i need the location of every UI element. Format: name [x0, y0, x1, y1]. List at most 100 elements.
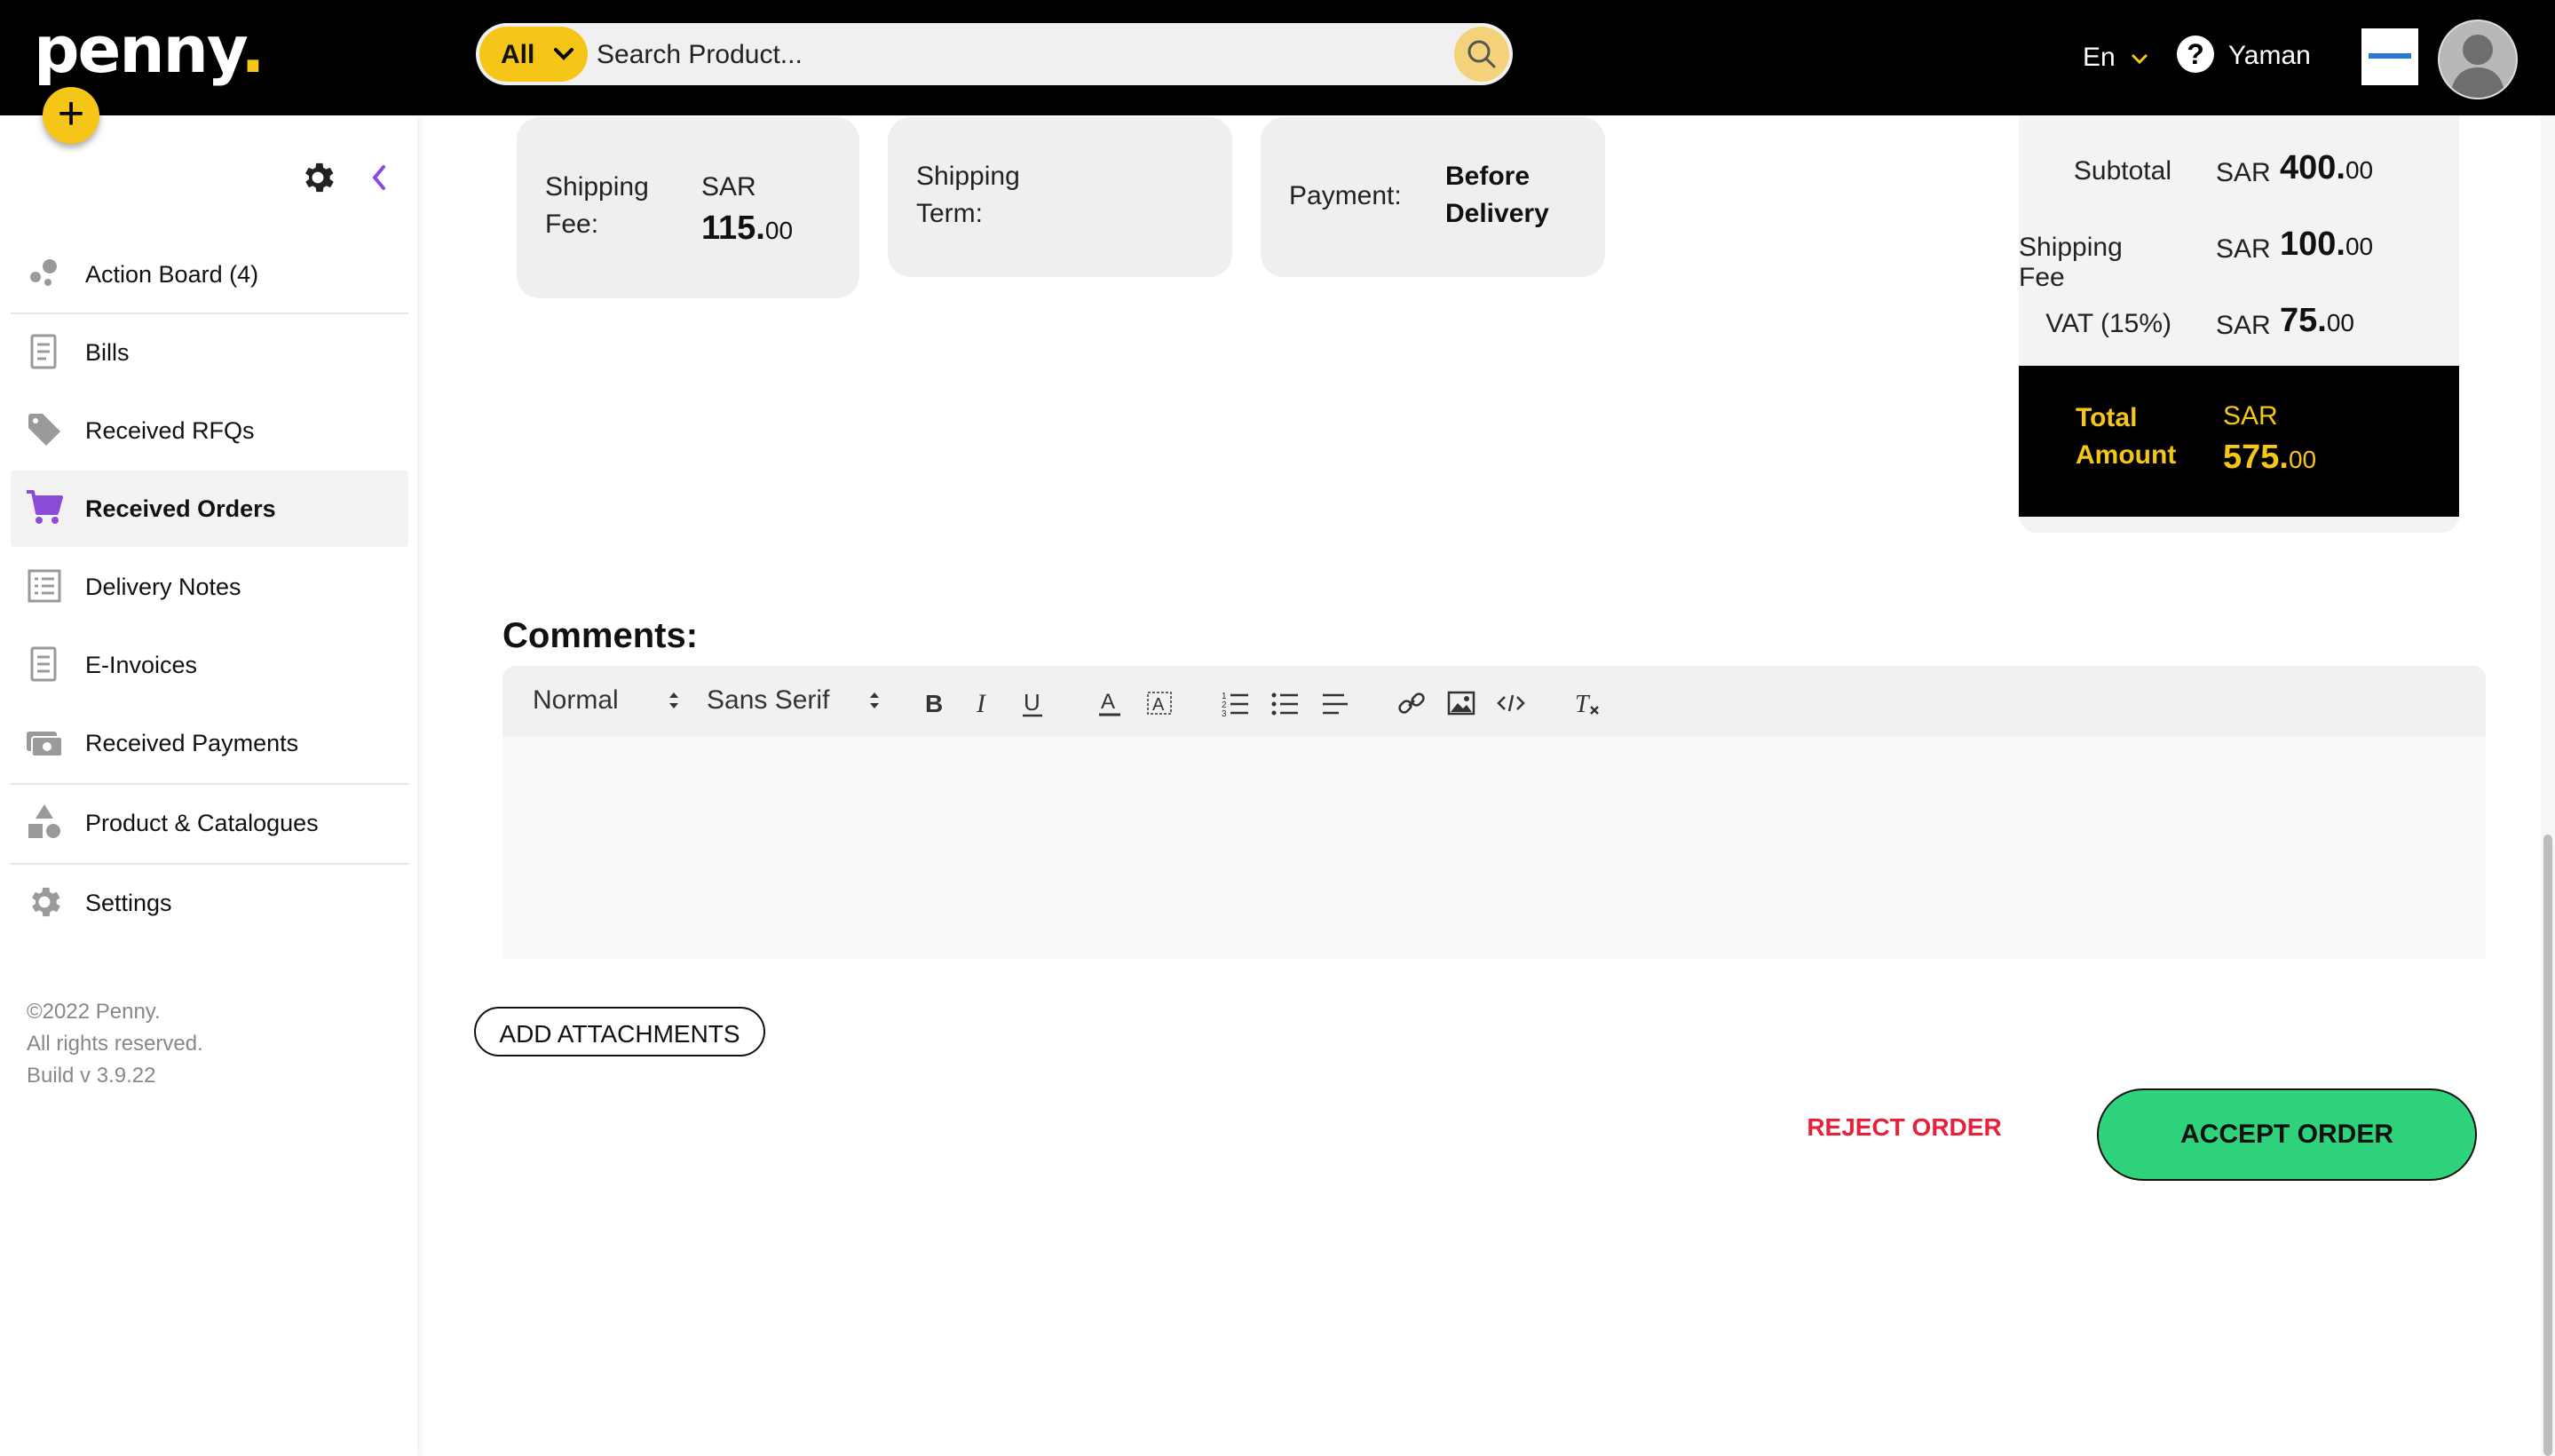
italic-icon[interactable]: I	[968, 687, 1000, 719]
bold-icon[interactable]: B	[918, 687, 950, 719]
logo-text: penny	[34, 12, 242, 87]
accept-order-button[interactable]: ACCEPT ORDER	[2097, 1088, 2477, 1181]
sidebar-item-label: Delivery Notes	[85, 574, 241, 600]
invoice-icon	[30, 646, 57, 682]
shipping-fee-summary-currency: SAR	[2216, 234, 2271, 264]
payment-label: Payment:	[1289, 181, 1402, 210]
list-icon	[28, 569, 61, 603]
total-currency: SAR	[2223, 401, 2278, 431]
vat-label: VAT (15%)	[2045, 309, 2171, 338]
user-name[interactable]: Yaman	[2228, 41, 2311, 71]
total-int: 575.	[2223, 439, 2289, 476]
vat-currency: SAR	[2216, 311, 2271, 340]
shipping-fee-label-line: Shipping	[545, 172, 649, 202]
sidebar-item-received-orders[interactable]: Received Orders	[11, 471, 408, 547]
shipping-fee-currency: SAR	[701, 172, 756, 202]
svg-text:U: U	[1024, 689, 1040, 716]
cart-icon	[27, 490, 63, 524]
language-select[interactable]: En	[2083, 43, 2149, 73]
sidebar: Action Board (4) Bills Received RFQs Rec…	[0, 115, 417, 1456]
bubbles-icon	[30, 259, 57, 286]
sidebar-item-product-catalogues[interactable]: Product & Catalogues	[11, 785, 408, 861]
company-logo[interactable]	[2361, 28, 2418, 85]
link-icon[interactable]	[1396, 687, 1428, 719]
shipping-fee-row: Shipping Fee SAR 100.00	[2019, 222, 2459, 292]
language-label: En	[2083, 43, 2116, 72]
vat-row: VAT (15%) SAR 75.00	[2019, 298, 2459, 352]
subtotal-currency: SAR	[2216, 158, 2271, 187]
background-color-icon[interactable]: A	[1143, 687, 1175, 719]
svg-text:I: I	[976, 689, 987, 718]
chevron-left-icon[interactable]	[368, 162, 391, 194]
penny-logo[interactable]: penny.	[34, 12, 265, 87]
copyright-line: ©2022 Penny.	[27, 1000, 161, 1024]
search-icon	[1467, 40, 1496, 68]
underline-icon[interactable]: U	[1017, 687, 1049, 719]
total-dec: 00	[2288, 446, 2317, 473]
sidebar-item-delivery-notes[interactable]: Delivery Notes	[11, 549, 408, 625]
total-label-line: Total	[2076, 403, 2138, 432]
sort-arrows-icon	[870, 692, 879, 708]
svg-text:3: 3	[1222, 709, 1227, 719]
sort-arrows-icon	[669, 692, 678, 708]
total-label-line: Amount	[2076, 440, 2177, 470]
gear-icon[interactable]	[298, 158, 337, 197]
svg-text:A: A	[1152, 695, 1165, 715]
sidebar-item-action-board[interactable]: Action Board (4)	[11, 236, 408, 313]
sidebar-item-bills[interactable]: Bills	[11, 314, 408, 391]
shipping-fee-summary-label: Shipping Fee	[2019, 233, 2123, 292]
total-label: Total Amount	[2076, 400, 2200, 474]
sidebar-item-e-invoices[interactable]: E-Invoices	[11, 627, 408, 703]
payment-card: Payment: Before Delivery	[1261, 117, 1605, 277]
image-icon[interactable]	[1445, 687, 1477, 719]
subtotal-dec: 00	[2345, 156, 2374, 184]
comments-text-area[interactable]	[502, 737, 2486, 959]
sidebar-item-label: Action Board (4)	[85, 261, 259, 288]
scrollbar-thumb[interactable]	[2543, 835, 2552, 1456]
format-select[interactable]: Normal	[533, 685, 678, 716]
sidebar-item-label: Bills	[85, 339, 130, 366]
search-button[interactable]	[1454, 27, 1509, 82]
text-color-icon[interactable]: A	[1094, 687, 1126, 719]
chevron-down-icon	[2131, 54, 2148, 65]
shipping-fee-label: Shipping Fee:	[545, 169, 649, 243]
search-category-label: All	[501, 40, 535, 69]
clear-format-icon[interactable]: T	[1571, 687, 1603, 719]
avatar[interactable]	[2438, 20, 2518, 99]
sidebar-item-received-payments[interactable]: Received Payments	[11, 705, 408, 781]
copyright-line: All rights reserved.	[27, 1032, 203, 1056]
code-icon[interactable]	[1495, 687, 1527, 719]
shipping-fee-summary-value: 100.00	[2280, 226, 2373, 264]
format-select-label: Normal	[533, 685, 619, 715]
ordered-list-icon[interactable]: 123	[1220, 687, 1252, 719]
sidebar-item-label: Settings	[85, 890, 172, 916]
shipping-term-label-line: Shipping	[916, 162, 1020, 191]
cash-icon	[27, 732, 63, 757]
scrollbar[interactable]	[2541, 115, 2555, 1456]
svg-text:A: A	[1101, 690, 1115, 714]
comments-title: Comments:	[502, 616, 699, 655]
shipping-fee-int: 115.	[701, 210, 765, 247]
logo-dot: .	[241, 12, 265, 87]
font-select[interactable]: Sans Serif	[707, 685, 879, 716]
help-icon[interactable]: ?	[2177, 36, 2214, 73]
shipping-fee-summary-dec: 00	[2345, 233, 2374, 260]
order-summary: Subtotal SAR 400.00 Shipping Fee SAR 100…	[2019, 115, 2459, 533]
search-category-select[interactable]: All	[479, 27, 588, 82]
payment-value-line: Before	[1445, 162, 1531, 191]
sidebar-item-label: Product & Catalogues	[85, 810, 319, 836]
total-value: 575.00	[2223, 439, 2316, 477]
bullet-list-icon[interactable]	[1270, 687, 1301, 719]
svg-text:T: T	[1575, 691, 1591, 718]
add-button[interactable]: +	[43, 87, 99, 144]
shipping-term-label-line: Term:	[916, 199, 983, 228]
sidebar-item-settings[interactable]: Settings	[11, 865, 408, 941]
align-left-icon[interactable]	[1319, 687, 1351, 719]
gear-icon	[32, 887, 60, 917]
reject-order-button[interactable]: REJECT ORDER	[1793, 1113, 2015, 1154]
add-attachments-button[interactable]: ADD ATTACHMENTS	[474, 1007, 765, 1056]
sidebar-item-received-rfqs[interactable]: Received RFQs	[11, 392, 408, 469]
search-input[interactable]	[595, 27, 1433, 83]
subtotal-row: Subtotal SAR 400.00	[2019, 146, 2459, 199]
vat-value: 75.00	[2280, 302, 2354, 340]
